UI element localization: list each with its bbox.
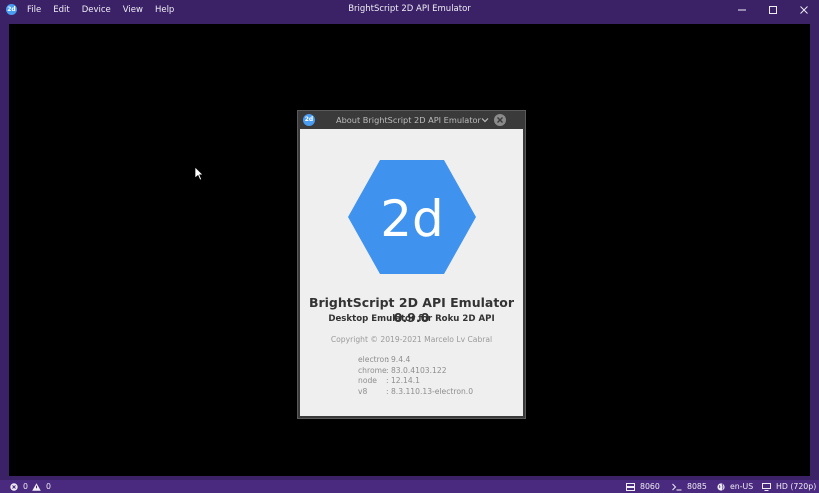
- mouse-cursor-icon: [194, 166, 204, 181]
- about-dialog: 2d About BrightScript 2D API Emulator 2d…: [297, 110, 526, 419]
- close-icon: [799, 5, 808, 14]
- warning-icon: [32, 482, 41, 491]
- menu-bar: File Edit Device View Help: [27, 0, 186, 19]
- menu-edit[interactable]: Edit: [53, 5, 69, 15]
- window-controls: [726, 0, 819, 19]
- about-subheading: Desktop Emulator for Roku 2D API: [328, 314, 495, 324]
- error-count: 0: [23, 482, 28, 491]
- menu-view[interactable]: View: [123, 5, 143, 15]
- menu-device[interactable]: Device: [82, 5, 111, 15]
- status-resolution[interactable]: HD (720p): [762, 480, 816, 493]
- dialog-app-icon: 2d: [303, 114, 315, 126]
- minimize-icon: [737, 9, 746, 10]
- version-row-v8: v8 : 8.3.110.13-electron.0: [358, 387, 473, 398]
- version-row-chrome: chrome: 83.0.4103.122: [358, 366, 473, 377]
- maximize-button[interactable]: [757, 0, 788, 19]
- dialog-title: About BrightScript 2D API Emulator: [336, 115, 481, 125]
- version-row-node: node : 12.14.1: [358, 376, 473, 387]
- close-icon: [497, 117, 503, 123]
- version-key: node: [358, 376, 377, 385]
- status-console-port[interactable]: 8085: [672, 480, 707, 493]
- version-value: : 9.4.4: [386, 355, 411, 364]
- version-value: : 8.3.110.13-electron.0: [386, 386, 474, 396]
- version-key: v8: [358, 386, 368, 396]
- version-row-electron: electron: 9.4.4: [358, 355, 473, 366]
- status-ecp-port[interactable]: 8060: [626, 480, 660, 493]
- server-icon: [626, 482, 635, 491]
- maximize-icon: [768, 5, 777, 14]
- version-value: : 12.14.1: [386, 376, 420, 385]
- logo-text: 2d: [380, 190, 444, 248]
- app-logo: 2d: [348, 160, 476, 274]
- status-errors[interactable]: 0: [10, 480, 28, 493]
- warning-count: 0: [46, 482, 51, 491]
- copyright-text: Copyright © 2019-2021 Marcelo Lv Cabral: [330, 335, 493, 344]
- dialog-close-button[interactable]: [494, 114, 506, 126]
- resolution-value: HD (720p): [776, 482, 817, 491]
- console-port-value: 8085: [687, 482, 707, 491]
- title-bar: 2d File Edit Device View Help BrightScri…: [0, 0, 819, 19]
- menu-help[interactable]: Help: [155, 5, 174, 15]
- dialog-body: 2d BrightScript 2D API Emulator 0.9.0 De…: [300, 129, 523, 416]
- close-button[interactable]: [788, 0, 819, 19]
- status-locale[interactable]: en-US: [717, 480, 753, 493]
- status-bar: 0 0 8060 8085 en-US HD (720p): [0, 480, 819, 493]
- version-list: electron: 9.4.4 chrome: 83.0.4103.122 no…: [358, 355, 473, 397]
- terminal-icon: [672, 483, 682, 490]
- version-value: : 83.0.4103.122: [386, 365, 447, 375]
- version-key: electron: [358, 355, 390, 364]
- error-icon: [10, 482, 18, 491]
- version-key: chrome: [358, 365, 387, 375]
- status-warnings[interactable]: 0: [32, 480, 51, 493]
- minimize-button[interactable]: [726, 0, 757, 19]
- dialog-title-bar[interactable]: 2d About BrightScript 2D API Emulator: [298, 111, 525, 129]
- ecp-port-value: 8060: [640, 482, 660, 491]
- app-icon: 2d: [6, 4, 17, 15]
- chevron-down-icon[interactable]: [480, 115, 490, 125]
- locale-value: en-US: [730, 482, 754, 491]
- monitor-icon: [762, 482, 771, 491]
- globe-icon: [717, 482, 725, 491]
- menu-file[interactable]: File: [27, 5, 41, 15]
